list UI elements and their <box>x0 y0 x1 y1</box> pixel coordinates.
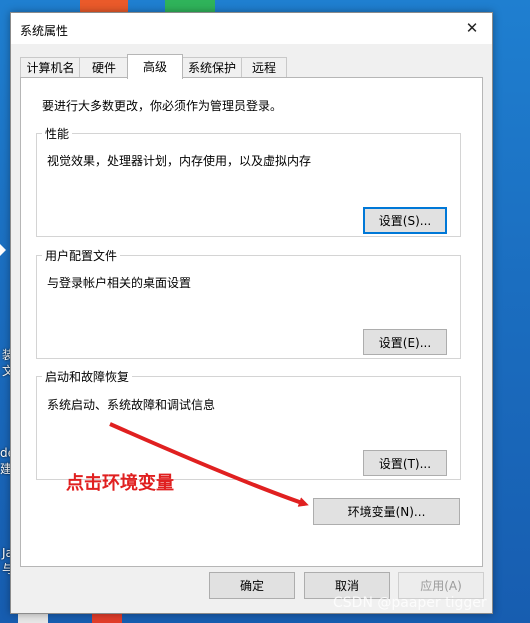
annotation-arrow-icon <box>109 422 309 507</box>
tab-advanced[interactable]: 高级 <box>127 54 183 79</box>
watermark: CSDN @paaper tigger <box>333 595 487 611</box>
